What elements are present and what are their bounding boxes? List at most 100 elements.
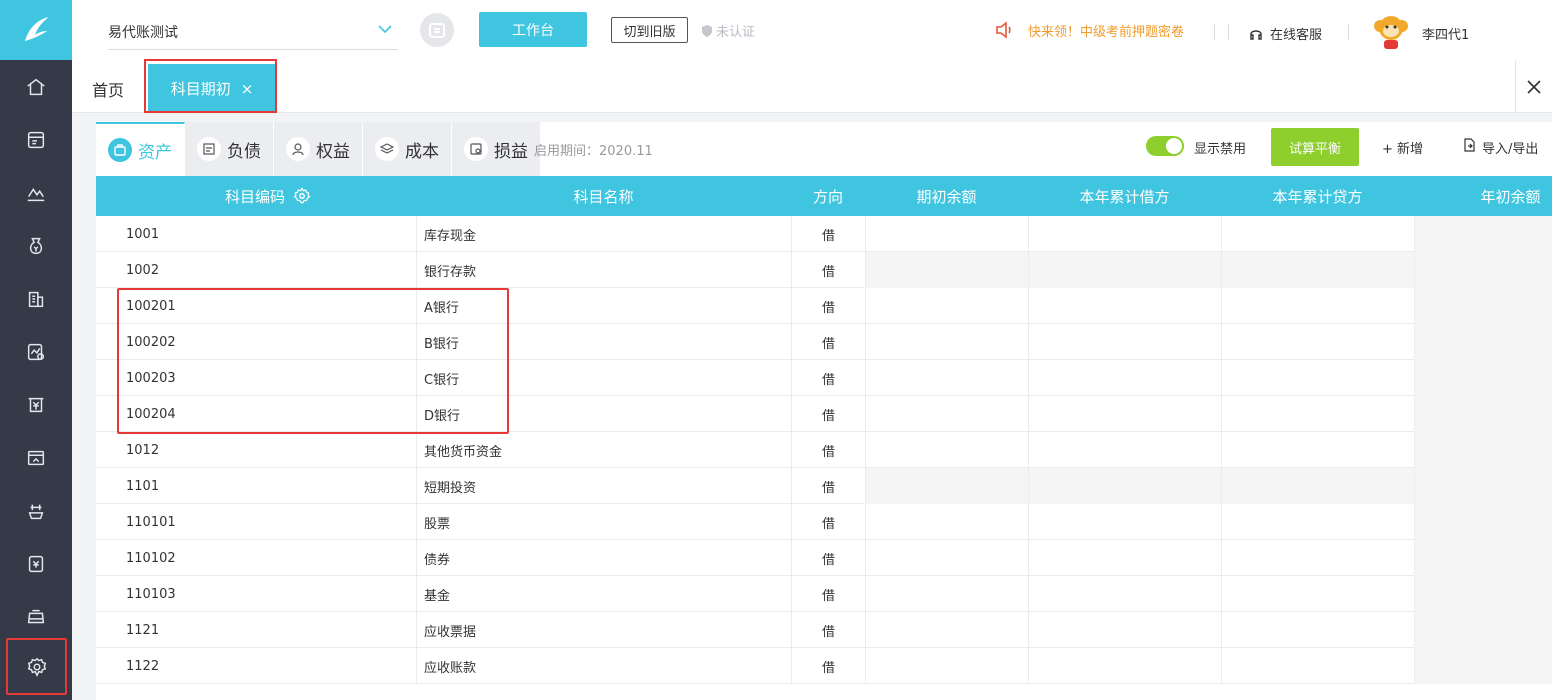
cell-ytd-credit[interactable] bbox=[1221, 504, 1414, 540]
service-label: 在线客服 bbox=[1270, 28, 1323, 43]
company-name: 易代账测试 bbox=[108, 25, 178, 41]
sidebar-item-report[interactable] bbox=[0, 325, 72, 378]
sidebar-item-tray[interactable] bbox=[0, 590, 72, 643]
add-button[interactable]: + 新增 bbox=[1382, 138, 1423, 157]
cell-direction: 借 bbox=[791, 288, 865, 324]
cell-opening-balance[interactable] bbox=[865, 252, 1028, 288]
cell-ytd-credit[interactable] bbox=[1221, 216, 1414, 252]
switch-old-version-button[interactable]: 切到旧版 bbox=[611, 17, 688, 43]
cell-ytd-credit[interactable] bbox=[1221, 540, 1414, 576]
tab-equity[interactable]: 权益 bbox=[274, 122, 363, 176]
sidebar-item-chart[interactable] bbox=[0, 166, 72, 219]
logo[interactable] bbox=[0, 0, 72, 60]
table-row[interactable]: 1001 库存现金借 bbox=[96, 216, 1552, 252]
cell-ytd-debit[interactable] bbox=[1028, 396, 1221, 432]
cell-ytd-credit[interactable] bbox=[1221, 324, 1414, 360]
show-disabled-toggle[interactable] bbox=[1146, 136, 1184, 156]
sidebar-item-building[interactable] bbox=[0, 272, 72, 325]
table-row[interactable]: 110102 债券借 bbox=[96, 540, 1552, 576]
cell-ytd-debit[interactable] bbox=[1028, 288, 1221, 324]
cell-opening-balance[interactable] bbox=[865, 360, 1028, 396]
table-row[interactable]: 110103 基金借 bbox=[96, 576, 1552, 612]
cell-opening-balance[interactable] bbox=[865, 540, 1028, 576]
sidebar-item-document[interactable] bbox=[0, 537, 72, 590]
tab-cost-label: 成本 bbox=[405, 141, 439, 162]
sidebar-item-settings[interactable] bbox=[6, 638, 67, 695]
cell-opening-balance[interactable] bbox=[865, 396, 1028, 432]
calendar-icon[interactable] bbox=[420, 13, 454, 47]
home-icon bbox=[27, 78, 45, 95]
table-row[interactable]: 1122 应收账款借 bbox=[96, 648, 1552, 684]
table-row[interactable]: 1012 其他货币资金借 bbox=[96, 432, 1552, 468]
promo-link[interactable]: 快来领！中级考前押题密卷 bbox=[994, 20, 1184, 40]
cell-ytd-credit[interactable] bbox=[1221, 360, 1414, 396]
cell-ytd-credit[interactable] bbox=[1221, 648, 1414, 684]
column-header-name: 科目名称 bbox=[573, 187, 634, 206]
gear-icon[interactable] bbox=[293, 187, 311, 205]
cell-name: 股票 bbox=[416, 504, 791, 540]
sidebar-item-invoice[interactable] bbox=[0, 113, 72, 166]
tab-home[interactable]: 首页 bbox=[92, 77, 124, 101]
tab-liability[interactable]: 负债 bbox=[185, 122, 274, 176]
cell-opening-balance[interactable] bbox=[865, 612, 1028, 648]
workbench-button[interactable]: 工作台 bbox=[479, 12, 587, 47]
sidebar-item-screen[interactable] bbox=[0, 431, 72, 484]
import-export-button[interactable]: 导入/导出 bbox=[1462, 138, 1538, 157]
cell-ytd-credit[interactable] bbox=[1221, 468, 1414, 504]
table-body: 1001 库存现金借 1002 银行存款借 100201 A银行借 100202 B银行借 10… bbox=[96, 216, 1552, 684]
cell-ytd-credit[interactable] bbox=[1221, 432, 1414, 468]
sidebar-item-home[interactable] bbox=[0, 60, 72, 113]
tab-asset[interactable]: 资产 bbox=[96, 122, 185, 176]
username[interactable]: 李四代1 bbox=[1422, 24, 1469, 43]
table-row[interactable]: 100201 A银行借 bbox=[96, 288, 1552, 324]
cell-ytd-credit[interactable] bbox=[1221, 252, 1414, 288]
table-row[interactable]: 1101 短期投资借 bbox=[96, 468, 1552, 504]
cell-opening-balance[interactable] bbox=[865, 216, 1028, 252]
cell-ytd-debit[interactable] bbox=[1028, 612, 1221, 648]
cell-ytd-credit[interactable] bbox=[1221, 396, 1414, 432]
cell-ytd-debit[interactable] bbox=[1028, 216, 1221, 252]
company-select[interactable]: 易代账测试 bbox=[108, 16, 398, 50]
cell-ytd-debit[interactable] bbox=[1028, 648, 1221, 684]
cell-ytd-debit[interactable] bbox=[1028, 504, 1221, 540]
cell-ytd-debit[interactable] bbox=[1028, 432, 1221, 468]
table-row[interactable]: 1121 应收票据借 bbox=[96, 612, 1552, 648]
cell-direction: 借 bbox=[791, 432, 865, 468]
cell-opening-balance[interactable] bbox=[865, 288, 1028, 324]
cell-ytd-debit[interactable] bbox=[1028, 576, 1221, 612]
tab-cost[interactable]: 成本 bbox=[363, 122, 452, 176]
cell-opening-balance[interactable] bbox=[865, 432, 1028, 468]
table-row[interactable]: 1002 银行存款借 bbox=[96, 252, 1552, 288]
sidebar-item-tax[interactable] bbox=[0, 484, 72, 537]
avatar[interactable] bbox=[1372, 12, 1410, 50]
table-row[interactable]: 100202 B银行借 bbox=[96, 324, 1552, 360]
cell-ytd-debit[interactable] bbox=[1028, 360, 1221, 396]
cell-opening-balance[interactable] bbox=[865, 576, 1028, 612]
cell-name: 其他货币资金 bbox=[416, 432, 791, 468]
cell-opening-balance[interactable] bbox=[865, 468, 1028, 504]
cell-opening-balance[interactable] bbox=[865, 648, 1028, 684]
cell-ytd-credit[interactable] bbox=[1221, 288, 1414, 324]
sidebar-item-money[interactable] bbox=[0, 219, 72, 272]
cell-opening-balance[interactable] bbox=[865, 504, 1028, 540]
cell-name: D银行 bbox=[416, 396, 791, 432]
cell-direction: 借 bbox=[791, 396, 865, 432]
cell-ytd-debit[interactable] bbox=[1028, 252, 1221, 288]
close-all-tabs-button[interactable] bbox=[1515, 60, 1552, 113]
cell-ytd-credit[interactable] bbox=[1221, 576, 1414, 612]
trial-balance-button[interactable]: 试算平衡 bbox=[1271, 128, 1359, 166]
cell-opening-balance[interactable] bbox=[865, 324, 1028, 360]
highlight-box bbox=[144, 59, 277, 113]
table-row[interactable]: 100203 C银行借 bbox=[96, 360, 1552, 396]
cell-ytd-credit[interactable] bbox=[1221, 612, 1414, 648]
online-service-link[interactable]: 在线客服 bbox=[1248, 24, 1322, 43]
tab-pnl[interactable]: 损益 bbox=[452, 122, 541, 176]
table-row[interactable]: 110101 股票借 bbox=[96, 504, 1552, 540]
sidebar-item-yen[interactable] bbox=[0, 378, 72, 431]
table-row[interactable]: 100204 D银行借 bbox=[96, 396, 1552, 432]
cell-code: 100201 bbox=[126, 298, 176, 314]
uncertified-badge[interactable]: 未认证 bbox=[700, 21, 755, 40]
cell-ytd-debit[interactable] bbox=[1028, 540, 1221, 576]
cell-ytd-debit[interactable] bbox=[1028, 324, 1221, 360]
cell-ytd-debit[interactable] bbox=[1028, 468, 1221, 504]
